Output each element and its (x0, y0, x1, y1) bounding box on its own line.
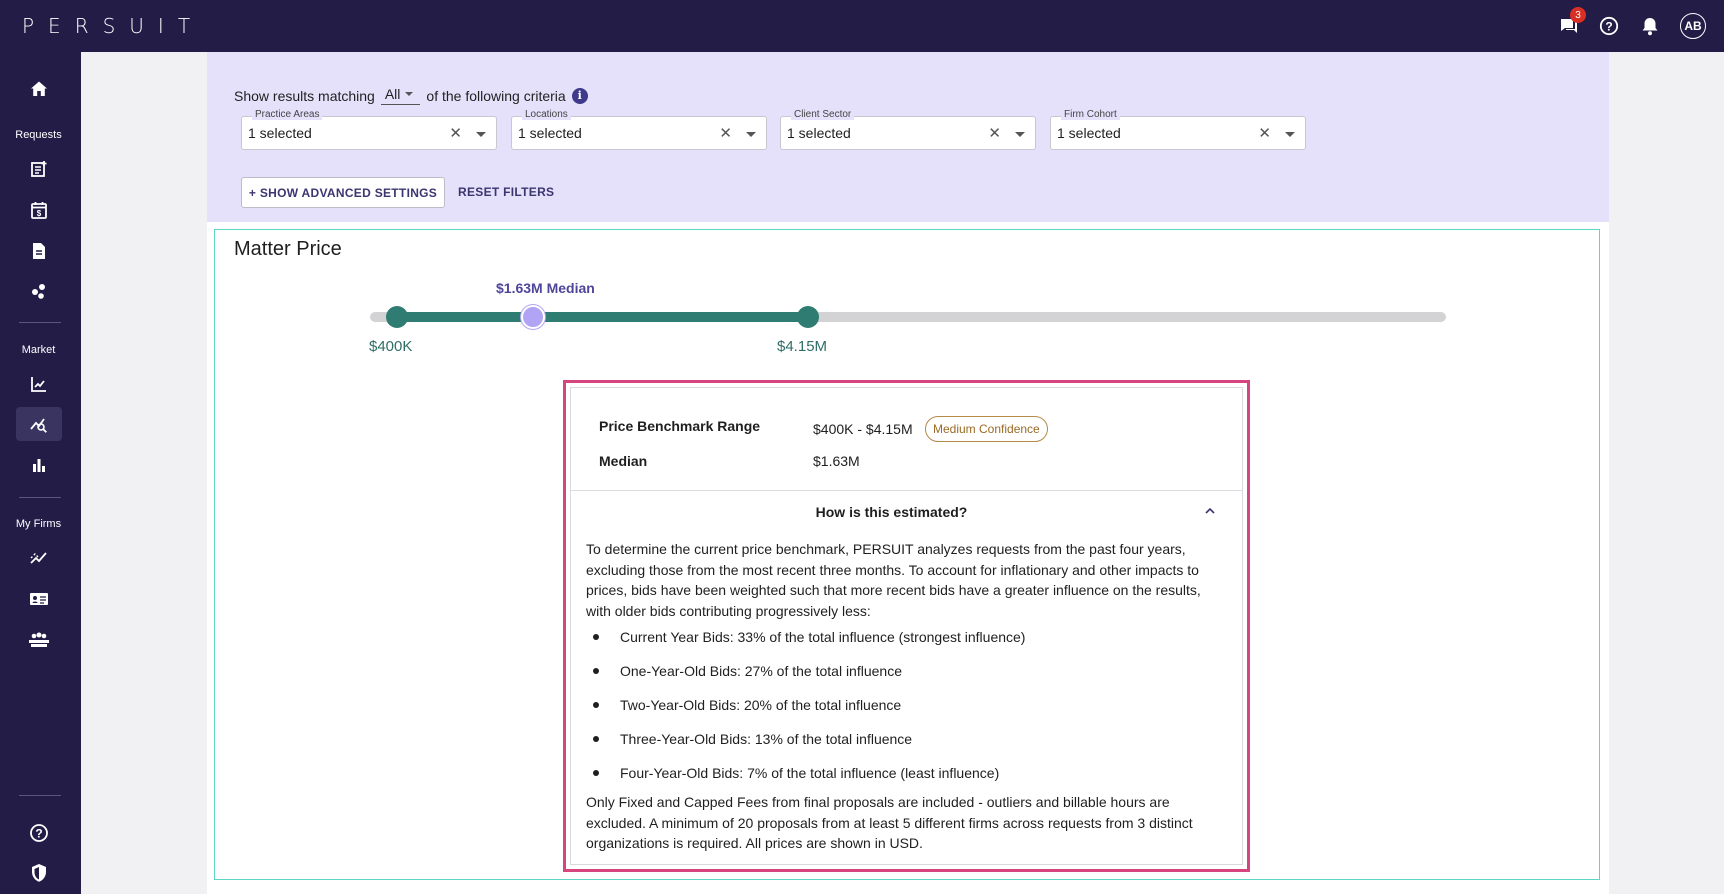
svg-text:?: ? (35, 827, 42, 841)
shield-icon[interactable] (16, 856, 62, 890)
top-bar: PERSUIT 3 ? AB (0, 0, 1724, 52)
criteria-row: Show results matching All of the followi… (234, 86, 588, 105)
chart-line-icon[interactable] (16, 367, 62, 401)
list-item: One-Year-Old Bids: 27% of the total infl… (593, 663, 902, 679)
bullet-text: Three-Year-Old Bids: 13% of the total in… (620, 731, 913, 747)
list-item: Two-Year-Old Bids: 20% of the total infl… (593, 697, 901, 713)
help-icon[interactable]: ? (1595, 12, 1623, 40)
chevron-up-icon[interactable] (1205, 506, 1215, 516)
clear-icon[interactable]: ✕ (988, 124, 1001, 142)
sidebar-section-my-firms: My Firms (15, 518, 62, 530)
filter-value: 1 selected (518, 125, 582, 141)
bullet-text: Current Year Bids: 33% of the total infl… (620, 629, 1026, 645)
sidebar-divider (19, 795, 61, 796)
list-item: Current Year Bids: 33% of the total infl… (593, 629, 1025, 645)
chevron-down-icon[interactable] (746, 132, 756, 137)
median-row-value: $1.63M (813, 453, 860, 469)
estimate-outro-text: Only Fixed and Capped Fees from final pr… (586, 794, 1193, 851)
document-icon[interactable] (16, 234, 62, 268)
sidebar: Requests $ Market My Firms ? (0, 52, 81, 894)
persuit-logo[interactable]: PERSUIT (22, 14, 204, 38)
list-item: Four-Year-Old Bids: 7% of the total infl… (593, 765, 999, 781)
messages-badge: 3 (1570, 7, 1586, 23)
scatter-icon[interactable] (16, 274, 62, 308)
filter-client-sector[interactable]: Client Sector 1 selected ✕ (780, 109, 1036, 150)
show-advanced-settings-button[interactable]: + SHOW ADVANCED SETTINGS (241, 177, 445, 208)
chevron-down-icon[interactable] (1285, 132, 1295, 137)
bullet-text: Four-Year-Old Bids: 7% of the total infl… (620, 765, 1000, 781)
filter-label: Client Sector (791, 109, 855, 120)
filter-value: 1 selected (1057, 125, 1121, 141)
filter-locations[interactable]: Locations 1 selected ✕ (511, 109, 767, 150)
estimate-intro-text: To determine the current price benchmark… (586, 541, 1201, 619)
filter-practice-areas[interactable]: Practice Areas 1 selected ✕ (241, 109, 497, 150)
how-estimated-toggle[interactable]: How is this estimated? (570, 504, 1213, 520)
high-price-marker[interactable] (797, 306, 819, 328)
svg-text:?: ? (1605, 20, 1612, 34)
new-request-icon[interactable] (16, 152, 62, 186)
filter-label: Firm Cohort (1061, 109, 1120, 120)
home-icon[interactable] (16, 72, 62, 106)
firm-card-icon[interactable] (16, 582, 62, 616)
low-price-marker[interactable] (386, 306, 408, 328)
chevron-down-icon (405, 92, 414, 96)
criteria-suffix: of the following criteria (426, 87, 566, 104)
user-avatar[interactable]: AB (1680, 13, 1706, 39)
criteria-prefix: Show results matching (234, 87, 375, 104)
price-range-fill (397, 312, 808, 322)
bullet-text: One-Year-Old Bids: 27% of the total infl… (620, 663, 902, 679)
filter-firm-cohort[interactable]: Firm Cohort 1 selected ✕ (1050, 109, 1306, 150)
filter-value: 1 selected (248, 125, 312, 141)
range-value: $400K - $4.15M (813, 421, 913, 437)
high-price-label: $4.15M (777, 338, 828, 355)
firm-group-icon[interactable] (16, 623, 62, 657)
criteria-match-value: All (384, 86, 401, 102)
sidebar-divider (19, 497, 61, 498)
sidebar-section-requests: Requests (15, 129, 62, 141)
chevron-down-icon[interactable] (476, 132, 486, 137)
chevron-down-icon[interactable] (1015, 132, 1025, 137)
price-benchmark-icon[interactable] (16, 407, 62, 441)
calendar-dollar-icon[interactable]: $ (16, 193, 62, 227)
trend-icon[interactable] (16, 541, 62, 575)
sidebar-divider (19, 322, 61, 323)
svg-text:$: $ (37, 209, 42, 218)
criteria-match-select[interactable]: All (380, 86, 421, 105)
bell-icon[interactable] (1636, 12, 1664, 40)
clear-icon[interactable]: ✕ (1258, 124, 1271, 142)
info-icon[interactable]: i (571, 87, 588, 104)
median-row-label: Median (599, 453, 648, 469)
filter-label: Locations (522, 109, 571, 120)
filter-label: Practice Areas (252, 109, 323, 120)
reset-filters-button[interactable]: RESET FILTERS (458, 185, 554, 199)
bullet-text: Two-Year-Old Bids: 20% of the total infl… (620, 697, 902, 713)
clear-icon[interactable]: ✕ (719, 124, 732, 142)
filter-value: 1 selected (787, 125, 851, 141)
estimate-divider (571, 490, 1242, 491)
help-icon[interactable]: ? (16, 816, 62, 850)
low-price-label: $400K (369, 338, 413, 355)
list-item: Three-Year-Old Bids: 13% of the total in… (593, 731, 912, 747)
sidebar-section-market: Market (21, 344, 56, 356)
bar-chart-icon[interactable] (16, 448, 62, 482)
median-label: $1.63M Median (496, 280, 595, 296)
range-label: Price Benchmark Range (599, 418, 761, 434)
clear-icon[interactable]: ✕ (449, 124, 462, 142)
matter-price-title: Matter Price (234, 238, 342, 260)
confidence-badge: Medium Confidence (925, 416, 1048, 442)
median-price-marker[interactable] (521, 305, 545, 329)
